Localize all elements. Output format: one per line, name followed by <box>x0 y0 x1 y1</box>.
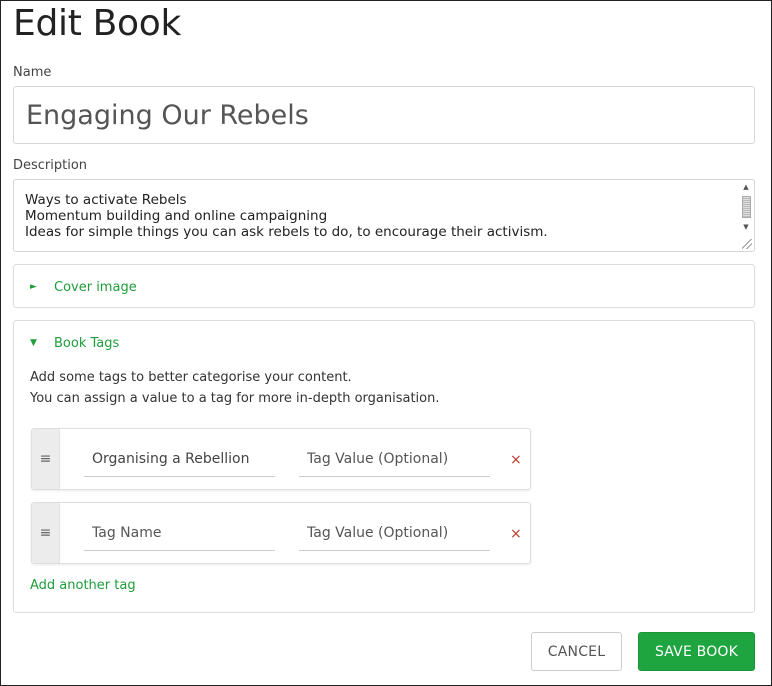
tags-help-line-2: You can assign a value to a tag for more… <box>30 391 440 406</box>
drag-handle-icon[interactable]: ≡ <box>32 429 60 489</box>
resize-grip-icon[interactable] <box>742 239 752 249</box>
cover-image-toggle[interactable]: ► Cover image <box>30 279 137 295</box>
page-title: Edit Book <box>13 3 182 44</box>
scroll-up-arrow-icon[interactable]: ▲ <box>739 181 753 193</box>
book-tags-toggle[interactable]: ▼ Book Tags <box>30 335 119 351</box>
description-text: Ways to activate Rebels Momentum buildin… <box>25 192 548 240</box>
collapsed-triangle-icon: ► <box>30 282 37 292</box>
tag-row: ≡ × <box>31 428 531 490</box>
tag-value-input[interactable] <box>299 445 490 477</box>
remove-tag-icon[interactable]: × <box>510 527 522 541</box>
scroll-thumb[interactable] <box>742 196 751 218</box>
description-textarea[interactable]: Ways to activate Rebels Momentum buildin… <box>13 179 755 252</box>
book-tags-panel: ▼ Book Tags Add some tags to better cate… <box>13 320 755 613</box>
save-book-button[interactable]: SAVE BOOK <box>638 632 755 671</box>
drag-handle-icon[interactable]: ≡ <box>32 503 60 563</box>
tag-name-input[interactable] <box>84 519 275 551</box>
tag-row: ≡ × <box>31 502 531 564</box>
remove-tag-icon[interactable]: × <box>510 453 522 467</box>
name-label: Name <box>13 65 52 80</box>
tag-name-input[interactable] <box>84 445 275 477</box>
cancel-button[interactable]: CANCEL <box>531 632 622 671</box>
edit-book-page: Edit Book Name Description Ways to activ… <box>0 0 772 686</box>
cover-image-panel: ► Cover image <box>13 264 755 308</box>
description-label: Description <box>13 158 88 173</box>
expanded-triangle-icon: ▼ <box>30 338 37 348</box>
book-tags-label: Book Tags <box>54 335 120 351</box>
scroll-down-arrow-icon[interactable]: ▼ <box>739 221 753 233</box>
tags-help-line-1: Add some tags to better categorise your … <box>30 370 352 385</box>
tag-value-input[interactable] <box>299 519 490 551</box>
cover-image-label: Cover image <box>54 279 137 295</box>
add-another-tag-link[interactable]: Add another tag <box>30 578 136 593</box>
name-input[interactable] <box>13 86 755 144</box>
